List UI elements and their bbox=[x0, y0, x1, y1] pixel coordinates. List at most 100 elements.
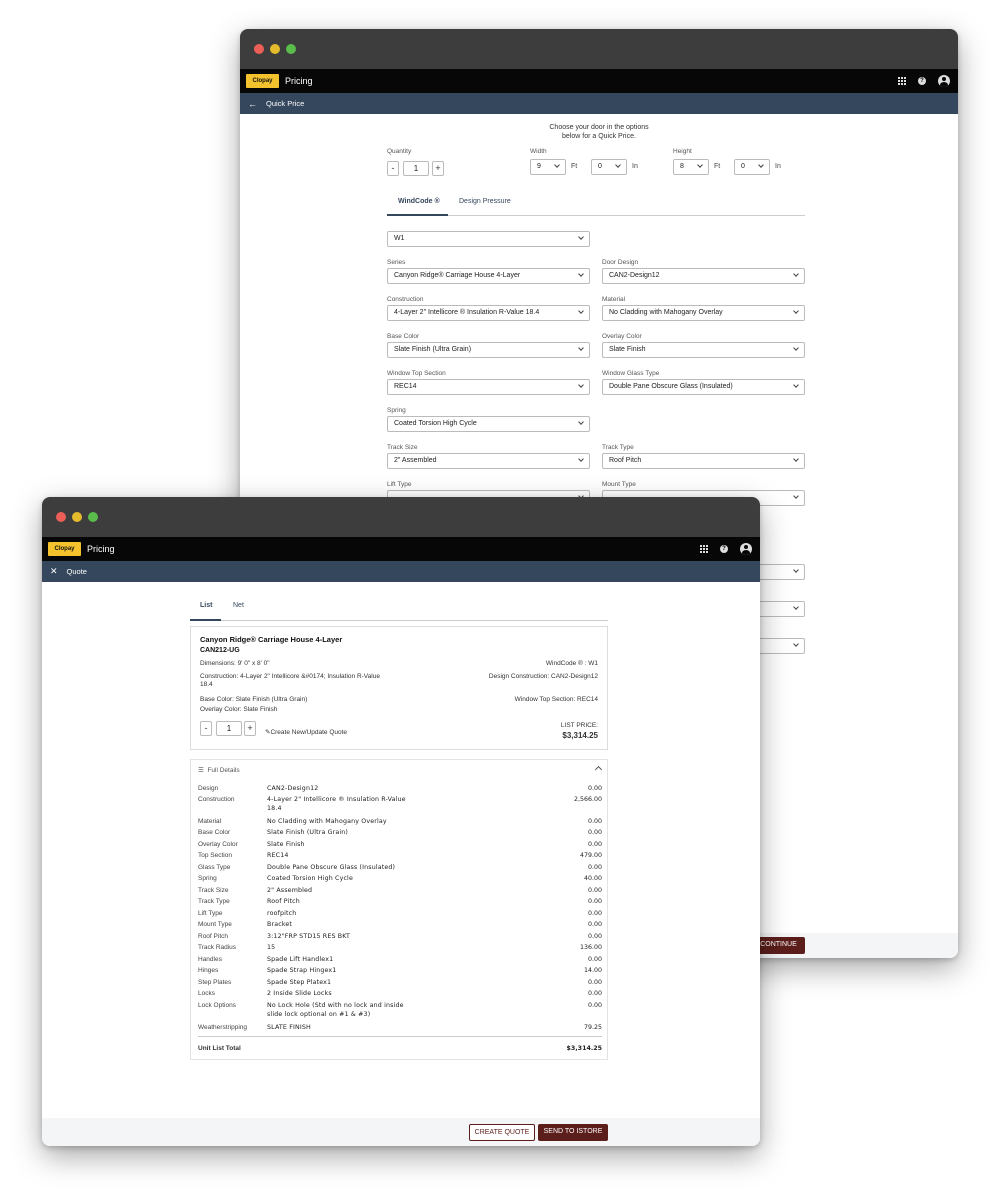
app-title: Pricing bbox=[285, 76, 313, 86]
unit-list-total-value: $3,314.25 bbox=[566, 1045, 602, 1052]
brand-logo-text: Clopay bbox=[54, 546, 75, 552]
user-account-icon[interactable] bbox=[938, 75, 950, 87]
width-in-select[interactable]: 0 bbox=[591, 159, 627, 175]
detail-label: Top Section bbox=[198, 852, 232, 859]
material-value: No Cladding with Mahogany Overlay bbox=[609, 309, 723, 316]
detail-value: Slate Finish bbox=[267, 841, 305, 848]
user-account-icon[interactable] bbox=[740, 543, 752, 555]
detail-price: 0.00 bbox=[587, 887, 602, 894]
minimize-window-button[interactable] bbox=[270, 44, 280, 54]
overlay-color-select[interactable]: Slate Finish bbox=[602, 342, 805, 358]
window-top-select[interactable]: REC14 bbox=[387, 379, 590, 395]
quantity-increment-button[interactable]: + bbox=[432, 161, 444, 176]
door-design-label: Door Design bbox=[602, 259, 639, 266]
detail-price: 479.00 bbox=[579, 852, 602, 859]
series-select[interactable]: Canyon Ridge® Carriage House 4-Layer bbox=[387, 268, 590, 284]
quote-window: Clopay Pricing ? ✕ Quote List Net Canyon… bbox=[42, 497, 760, 1146]
quantity-decrement-button[interactable]: - bbox=[387, 161, 399, 176]
quantity-decrement-button[interactable]: - bbox=[200, 721, 212, 736]
quantity-increment-button[interactable]: + bbox=[244, 721, 256, 736]
detail-price: 0.00 bbox=[587, 898, 602, 905]
base-color-select[interactable]: Slate Finish (Ultra Grain) bbox=[387, 342, 590, 358]
full-details-label: Full Details bbox=[207, 767, 240, 774]
chevron-down-icon bbox=[578, 382, 584, 388]
window-glass-select[interactable]: Double Pane Obscure Glass (Insulated) bbox=[602, 379, 805, 395]
chevron-down-icon bbox=[697, 162, 703, 168]
height-ft-value: 8 bbox=[680, 163, 684, 170]
chevron-up-icon[interactable] bbox=[594, 765, 603, 774]
tab-divider bbox=[190, 620, 608, 621]
tab-net[interactable]: Net bbox=[233, 602, 244, 609]
send-to-istore-button[interactable]: SEND TO ISTORE bbox=[538, 1124, 608, 1141]
detail-price: 0.00 bbox=[587, 864, 602, 871]
detail-value-line-2: 18.4 bbox=[267, 805, 282, 812]
app-title: Pricing bbox=[87, 544, 115, 554]
brand-logo[interactable]: Clopay bbox=[246, 74, 279, 88]
construction-summary: Construction: 4-Layer 2" Intellicore &#0… bbox=[200, 673, 400, 689]
minimize-window-button[interactable] bbox=[72, 512, 82, 522]
tab-windcode[interactable]: WindCode ® bbox=[398, 198, 440, 205]
quantity-input[interactable]: 1 bbox=[216, 721, 242, 736]
intro-line-1: Choose your door in the options bbox=[549, 124, 649, 131]
detail-price: 0.00 bbox=[587, 921, 602, 928]
detail-value: Spade Strap Hingex1 bbox=[267, 967, 337, 974]
back-arrow-icon[interactable]: ← bbox=[248, 99, 257, 109]
detail-value: Slate Finish (Ultra Grain) bbox=[267, 829, 349, 836]
detail-label: Weatherstripping bbox=[198, 1024, 248, 1031]
spring-select[interactable]: Coated Torsion High Cycle bbox=[387, 416, 590, 432]
close-icon[interactable]: ✕ bbox=[50, 566, 58, 577]
help-icon[interactable]: ? bbox=[918, 77, 926, 85]
quantity-input[interactable]: 1 bbox=[403, 161, 429, 176]
chevron-down-icon bbox=[578, 308, 584, 314]
door-design-select[interactable]: CAN2-Design12 bbox=[602, 268, 805, 284]
windcode-value: W1 bbox=[394, 235, 405, 242]
detail-value: No Lock Hole (Std with no lock and insid… bbox=[267, 1001, 437, 1019]
list-price-label: LIST PRICE: bbox=[560, 722, 598, 729]
detail-price: 0.00 bbox=[587, 829, 602, 836]
width-in-unit: In bbox=[632, 163, 638, 170]
detail-value: Double Pane Obscure Glass (Insulated) bbox=[267, 864, 396, 871]
full-details-toggle[interactable]: ☰ Full Details bbox=[198, 766, 240, 774]
apps-grid-icon[interactable] bbox=[898, 77, 906, 85]
maximize-window-button[interactable] bbox=[88, 512, 98, 522]
detail-value: 2" Assembled bbox=[267, 887, 313, 894]
quantity-label: Quantity bbox=[387, 148, 412, 155]
height-ft-select[interactable]: 8 bbox=[673, 159, 709, 175]
height-in-select[interactable]: 0 bbox=[734, 159, 770, 175]
detail-label: Track Type bbox=[198, 898, 230, 905]
width-ft-select[interactable]: 9 bbox=[530, 159, 566, 175]
detail-value: 4-Layer 2" Intellicore ® Insulation R-Va… bbox=[267, 795, 437, 813]
detail-value: 15 bbox=[267, 944, 276, 951]
create-update-quote-link[interactable]: ✎Create New/Update Quote bbox=[265, 729, 347, 737]
windcode-select[interactable]: W1 bbox=[387, 231, 590, 247]
detail-value: Coated Torsion High Cycle bbox=[267, 875, 353, 882]
maximize-window-button[interactable] bbox=[286, 44, 296, 54]
track-size-select[interactable]: 2" Assembled bbox=[387, 453, 590, 469]
apps-grid-icon[interactable] bbox=[700, 545, 708, 553]
material-select[interactable]: No Cladding with Mahogany Overlay bbox=[602, 305, 805, 321]
detail-price: 0.00 bbox=[587, 785, 602, 792]
brand-logo[interactable]: Clopay bbox=[48, 542, 81, 556]
close-window-button[interactable] bbox=[254, 44, 264, 54]
detail-label: Design bbox=[198, 785, 219, 792]
detail-value: CAN2-Design12 bbox=[267, 785, 319, 792]
spring-label: Spring bbox=[387, 407, 406, 414]
create-update-label: Create New/Update Quote bbox=[270, 729, 348, 736]
construction-select[interactable]: 4-Layer 2" Intellicore ® Insulation R-Va… bbox=[387, 305, 590, 321]
chevron-down-icon bbox=[793, 604, 799, 610]
window-top-label: Window Top Section bbox=[387, 370, 446, 377]
tab-indicator bbox=[190, 619, 221, 621]
detail-value: roofpitch bbox=[267, 910, 297, 917]
material-label: Material bbox=[602, 296, 626, 303]
detail-value: Spade Lift Handlex1 bbox=[267, 956, 334, 963]
close-window-button[interactable] bbox=[56, 512, 66, 522]
tab-list[interactable]: List bbox=[200, 602, 212, 609]
track-type-select[interactable]: Roof Pitch bbox=[602, 453, 805, 469]
tab-design-pressure[interactable]: Design Pressure bbox=[459, 198, 511, 205]
detail-label: Construction bbox=[198, 796, 235, 803]
create-quote-button[interactable]: CREATE QUOTE bbox=[469, 1124, 535, 1141]
height-label: Height bbox=[673, 148, 692, 155]
detail-value: 3:12"FRP STD15 RES BKT bbox=[267, 933, 350, 940]
quote-summary-card: Canyon Ridge® Carriage House 4-Layer CAN… bbox=[190, 626, 608, 750]
help-icon[interactable]: ? bbox=[720, 545, 728, 553]
